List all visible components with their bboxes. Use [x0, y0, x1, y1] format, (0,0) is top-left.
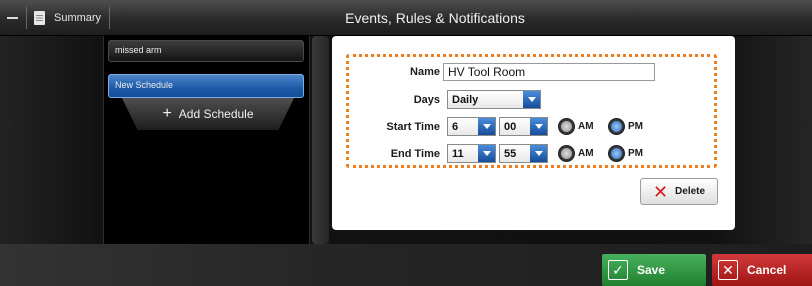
end-minute-select[interactable]: 55 [499, 144, 548, 163]
end-time-label: End Time [390, 148, 440, 160]
x-icon: ✕ [652, 181, 669, 202]
end-minute-value: 55 [504, 147, 517, 160]
radio-selected-icon [608, 145, 625, 162]
days-select[interactable]: Daily [447, 90, 541, 109]
radio-icon [558, 145, 575, 162]
schedule-item-missed-arm[interactable]: missed arm [108, 40, 304, 62]
title-bar: Summary Events, Rules & Notifications [0, 0, 812, 36]
days-label: Days [413, 94, 440, 106]
minus-icon[interactable] [0, 0, 24, 36]
pm-label: PM [628, 148, 643, 159]
end-am-radio[interactable]: AM [558, 145, 594, 162]
start-minute-value: 00 [504, 120, 517, 133]
add-schedule-label: Add Schedule [178, 107, 254, 121]
end-hour-select[interactable]: 11 [447, 144, 496, 163]
delete-button[interactable]: ✕ Delete [640, 178, 718, 205]
divider [26, 7, 27, 29]
summary-tab[interactable]: Summary [54, 12, 101, 24]
name-label: Name [410, 66, 440, 78]
end-pm-radio[interactable]: PM [608, 145, 643, 162]
start-hour-value: 6 [452, 120, 459, 133]
radio-icon [558, 118, 575, 135]
am-label: AM [578, 121, 594, 132]
save-label: Save [637, 263, 666, 277]
window-title: Events, Rules & Notifications [345, 10, 525, 26]
plus-icon: + [162, 105, 172, 122]
radio-selected-icon [608, 118, 625, 135]
start-am-radio[interactable]: AM [558, 118, 594, 135]
start-minute-select[interactable]: 00 [499, 117, 548, 136]
cancel-label: Cancel [747, 263, 787, 277]
chevron-down-icon [530, 145, 547, 162]
end-hour-value: 11 [452, 147, 464, 160]
cancel-button[interactable]: ✕ Cancel [712, 254, 812, 286]
divider [109, 7, 111, 29]
start-hour-select[interactable]: 6 [447, 117, 496, 136]
days-value: Daily [452, 93, 479, 106]
chevron-down-icon [530, 118, 547, 135]
add-schedule-button[interactable]: + Add Schedule [122, 98, 294, 130]
chevron-down-icon [478, 118, 495, 135]
check-icon: ✓ [608, 260, 628, 280]
schedule-item-new-schedule[interactable]: New Schedule [108, 74, 304, 98]
start-pm-radio[interactable]: PM [608, 118, 643, 135]
save-button[interactable]: ✓ Save [602, 254, 706, 286]
x-icon: ✕ [718, 260, 738, 280]
schedule-list: missed arm New Schedule + Add Schedule [103, 36, 310, 244]
chevron-down-icon [478, 145, 495, 162]
delete-label: Delete [675, 186, 706, 197]
chevron-down-icon [523, 91, 540, 108]
pm-label: PM [628, 121, 643, 132]
document-icon [34, 11, 45, 25]
name-input[interactable] [443, 63, 655, 81]
start-time-label: Start Time [386, 121, 440, 133]
scrollbar[interactable] [312, 36, 329, 244]
am-label: AM [578, 148, 594, 159]
